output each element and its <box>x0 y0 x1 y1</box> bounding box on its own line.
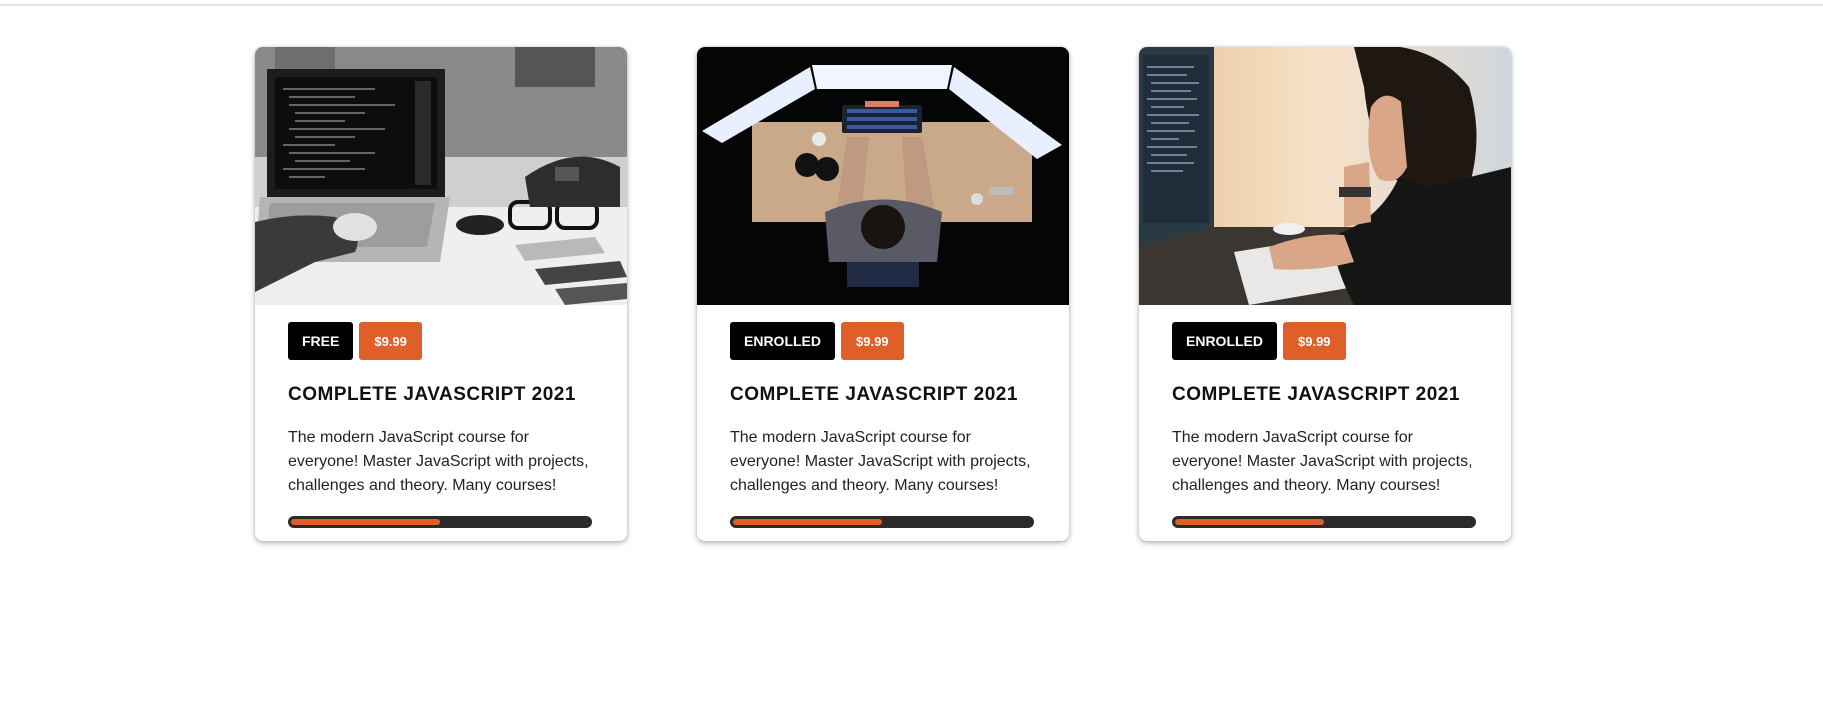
course-progress-fill <box>733 519 882 525</box>
course-progress-fill <box>291 519 440 525</box>
price-badge: $9.99 <box>1283 322 1346 360</box>
course-title[interactable]: COMPLETE JAVASCRIPT 2021 <box>730 384 1036 406</box>
course-card-list: FREE $9.99 COMPLETE JAVASCRIPT 2021 The … <box>255 47 1511 541</box>
course-card[interactable]: ENROLLED $9.99 COMPLETE JAVASCRIPT 2021 … <box>1139 47 1511 541</box>
course-progress-bar <box>1172 516 1476 528</box>
course-progress-fill <box>1175 519 1324 525</box>
status-badge: ENROLLED <box>1172 322 1277 360</box>
woman-at-computer-photo-icon <box>1139 47 1511 305</box>
price-badge: $9.99 <box>359 322 422 360</box>
desk-overhead-photo-icon <box>697 47 1069 305</box>
top-divider <box>0 4 1823 6</box>
course-progress-bar <box>730 516 1034 528</box>
laptop-code-photo-icon <box>255 47 627 305</box>
price-badge: $9.99 <box>841 322 904 360</box>
course-progress-bar <box>288 516 592 528</box>
status-badge: ENROLLED <box>730 322 835 360</box>
course-title[interactable]: COMPLETE JAVASCRIPT 2021 <box>1172 384 1478 406</box>
course-card[interactable]: FREE $9.99 COMPLETE JAVASCRIPT 2021 The … <box>255 47 627 541</box>
status-badge: FREE <box>288 322 354 360</box>
course-description: The modern JavaScript course for everyon… <box>1172 429 1473 494</box>
course-card[interactable]: ENROLLED $9.99 COMPLETE JAVASCRIPT 2021 … <box>697 47 1069 541</box>
course-description: The modern JavaScript course for everyon… <box>288 429 589 494</box>
course-description: The modern JavaScript course for everyon… <box>730 429 1031 494</box>
course-title[interactable]: COMPLETE JAVASCRIPT 2021 <box>288 384 594 406</box>
